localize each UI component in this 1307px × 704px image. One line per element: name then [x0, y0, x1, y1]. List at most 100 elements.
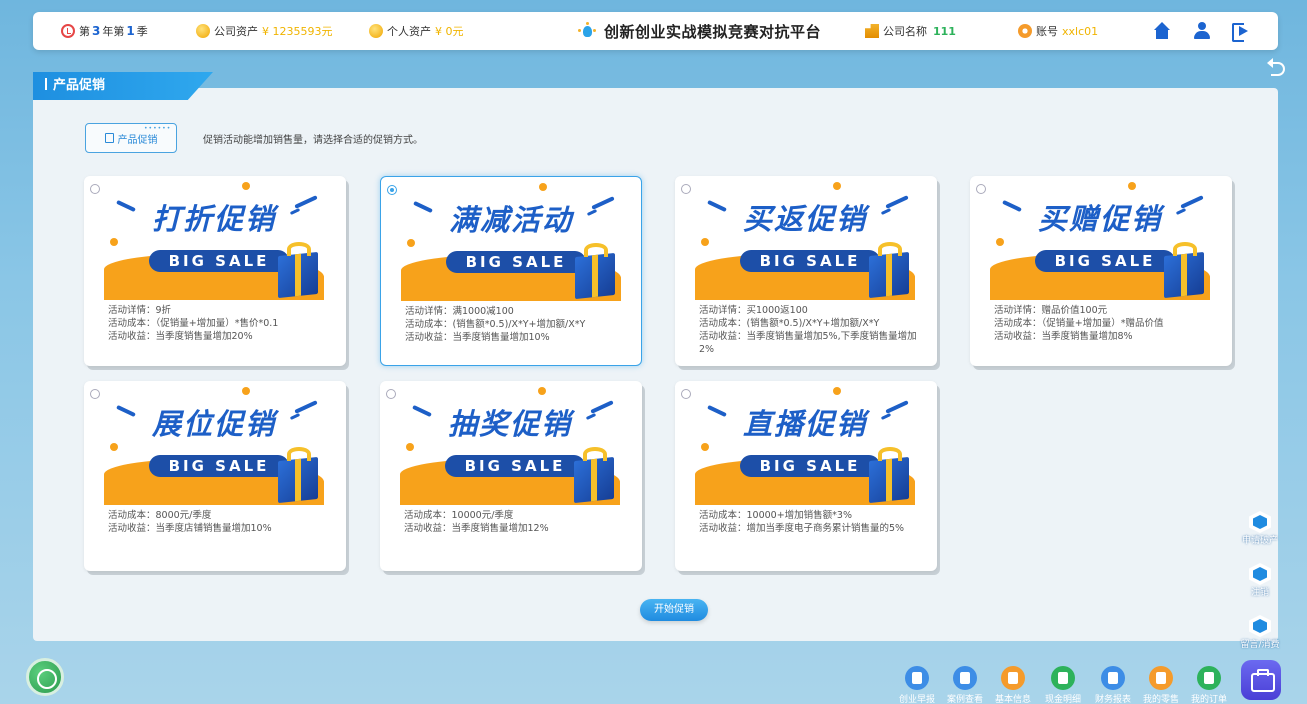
- promo-title: 买返促销: [742, 202, 867, 236]
- promo-radio[interactable]: [681, 184, 691, 194]
- promo-detail-line: 活动详情：9折: [108, 305, 172, 316]
- promo-title: 直播促销: [742, 407, 867, 441]
- promo-radio[interactable]: [681, 389, 691, 399]
- promo-banner: 打折促销 BIG SALE: [104, 182, 324, 300]
- promo-radio[interactable]: [90, 389, 100, 399]
- intro-text: 促销活动能增加销售量，请选择合适的促销方式。: [203, 135, 423, 146]
- promo-cost-line: 活动成本：10000元/季度: [404, 510, 514, 521]
- dock-case-view[interactable]: 案例查看: [945, 666, 985, 704]
- gift-box-icon: [575, 241, 619, 300]
- company-name: 公司名称 111: [865, 12, 956, 50]
- account-label: 账号: [1036, 25, 1058, 38]
- big-sale-label: BIG SALE: [1035, 250, 1175, 272]
- gift-box-icon: [869, 445, 913, 504]
- promo-details: 活动成本：8000元/季度 活动收益：当季度店铺销售量增加10%: [108, 509, 336, 535]
- start-promotion-button[interactable]: 开始促销: [640, 599, 708, 621]
- back-icon[interactable]: [1267, 58, 1287, 76]
- building-icon: [865, 24, 879, 38]
- promo-benefit-line: 活动收益：增加当季度电子商务累计销售量的5%: [699, 523, 905, 534]
- promo-radio[interactable]: [387, 185, 397, 195]
- promo-details: 活动详情：买1000返100 活动成本：(销售额*0.5)/X*Y+增加额/X*…: [699, 304, 927, 356]
- promo-radio[interactable]: [386, 389, 396, 399]
- company-assets-value: ¥ 1235593元: [262, 25, 333, 38]
- promo-card-livestream[interactable]: 直播促销 BIG SALE 活动成本：10000+增加销售额*3% 活动收益：增…: [675, 381, 937, 571]
- year-value: 3: [92, 24, 101, 38]
- dock-my-orders[interactable]: 我的订单: [1189, 666, 1229, 704]
- promo-detail-line: 活动详情：买1000返100: [699, 305, 808, 316]
- promo-card-gift[interactable]: 买赠促销 BIG SALE 活动详情：赠品价值100元 活动成本：（促销量+增加…: [970, 176, 1232, 366]
- promo-benefit-line: 活动收益：当季度销售量增加12%: [404, 523, 549, 534]
- promo-title: 满减活动: [448, 203, 573, 237]
- user-icon[interactable]: [1192, 21, 1212, 41]
- dock-label: 基本信息: [994, 695, 1031, 704]
- personal-assets-value: ¥ 0元: [435, 25, 464, 38]
- lightbulb-icon: [578, 22, 596, 40]
- big-sale-label: BIG SALE: [149, 455, 289, 477]
- float-label: 留言/消费: [1240, 640, 1280, 650]
- personal-assets: 个人资产 ¥ 0元: [369, 12, 464, 50]
- logout-icon[interactable]: [1231, 21, 1251, 42]
- clock-icon: [61, 24, 75, 38]
- promo-detail-line: 活动详情：赠品价值100元: [994, 305, 1108, 316]
- home-icon[interactable]: [1152, 21, 1172, 41]
- promo-banner: 满减活动 BIG SALE: [401, 183, 621, 301]
- season-prefix: 第: [79, 25, 90, 38]
- promo-radio[interactable]: [976, 184, 986, 194]
- globe-icon[interactable]: [26, 658, 64, 696]
- company-name-label: 公司名称: [883, 25, 927, 38]
- promo-cost-line: 活动成本：(销售额*0.5)/X*Y+增加额/X*Y: [699, 318, 880, 329]
- promo-card-booth[interactable]: 展位促销 BIG SALE 活动成本：8000元/季度 活动收益：当季度店铺销售…: [84, 381, 346, 571]
- big-sale-label: BIG SALE: [740, 455, 880, 477]
- company-name-value: 111: [933, 24, 956, 38]
- promo-cost-line: 活动成本：（促销量+增加量）*赠品价值: [994, 318, 1164, 329]
- promo-benefit-line: 活动收益：当季度销售量增加5%,下季度销售量增加2%: [699, 331, 917, 355]
- promo-details: 活动详情：9折 活动成本：（促销量+增加量）*售价*0.1 活动收益：当季度销售…: [108, 304, 336, 343]
- float-label: 注销: [1250, 588, 1269, 598]
- promo-cost-line: 活动成本：8000元/季度: [108, 510, 212, 521]
- personal-assets-label: 个人资产: [387, 25, 431, 38]
- promo-banner: 展位促销 BIG SALE: [104, 387, 324, 505]
- quarter-suffix: 季: [136, 25, 148, 38]
- promo-benefit-line: 活动收益：当季度店铺销售量增加10%: [108, 523, 272, 534]
- promo-banner: 买赠促销 BIG SALE: [990, 182, 1210, 300]
- company-assets-label: 公司资产: [214, 25, 258, 38]
- dock-basic-info[interactable]: 基本信息: [993, 666, 1033, 704]
- quarter-value: 1: [126, 24, 135, 38]
- newspaper-icon: [905, 666, 929, 690]
- intro-badge-label: 产品促销: [117, 134, 158, 146]
- coin-icon: [196, 24, 210, 38]
- apply-bankruptcy-button[interactable]: 申请破产: [1233, 511, 1287, 551]
- big-sale-label: BIG SALE: [740, 250, 880, 272]
- promo-card-full-reduction[interactable]: 满减活动 BIG SALE 活动详情：满1000减100 活动成本：(销售额*0…: [380, 176, 642, 366]
- company-assets: 公司资产 ¥ 1235593元: [196, 12, 333, 50]
- account: 账号 xxlc01: [1018, 12, 1098, 50]
- account-icon: [1018, 24, 1032, 38]
- money-bag-icon: [1101, 666, 1125, 690]
- promo-card-lottery[interactable]: 抽奖促销 BIG SALE 活动成本：10000元/季度 活动收益：当季度销售量…: [380, 381, 642, 571]
- dock-financial-report[interactable]: 财务报表: [1093, 666, 1133, 704]
- promo-cost-line: 活动成本：10000+增加销售额*3%: [699, 510, 853, 521]
- dock-cash-details[interactable]: 现金明细: [1043, 666, 1083, 704]
- promo-card-discount[interactable]: 打折促销 BIG SALE 活动详情：9折 活动成本：（促销量+增加量）*售价*…: [84, 176, 346, 366]
- message-consume-button[interactable]: 留言/消费: [1233, 615, 1287, 655]
- promo-detail-line: 活动详情：满1000减100: [405, 306, 514, 317]
- coin-icon: [369, 24, 383, 38]
- promo-cost-line: 活动成本：（促销量+增加量）*售价*0.1: [108, 318, 279, 329]
- dock-label: 现金明细: [1044, 695, 1081, 704]
- dock-label: 财务报表: [1094, 695, 1131, 704]
- toolbox-icon[interactable]: [1241, 660, 1281, 700]
- gift-box-icon: [869, 240, 913, 299]
- platform-title-text: 创新创业实战模拟竞赛对抗平台: [604, 22, 822, 41]
- promo-details: 活动成本：10000元/季度 活动收益：当季度销售量增加12%: [404, 509, 632, 535]
- promo-radio[interactable]: [90, 184, 100, 194]
- store-icon: [1149, 666, 1173, 690]
- dock-startup-news[interactable]: 创业早报: [897, 666, 937, 704]
- ticket-icon: [1051, 666, 1075, 690]
- promo-benefit-line: 活动收益：当季度销售量增加20%: [108, 331, 253, 342]
- cancel-account-button[interactable]: 注销: [1233, 563, 1287, 603]
- top-bar: 第 3 年第 1 季 公司资产 ¥ 1235593元 个人资产 ¥ 0元 创新创…: [33, 12, 1278, 50]
- promo-card-cashback[interactable]: 买返促销 BIG SALE 活动详情：买1000返100 活动成本：(销售额*0…: [675, 176, 937, 366]
- dock-my-retail[interactable]: 我的零售: [1141, 666, 1181, 704]
- gift-box-icon: [574, 445, 618, 504]
- gift-box-icon: [1164, 240, 1208, 299]
